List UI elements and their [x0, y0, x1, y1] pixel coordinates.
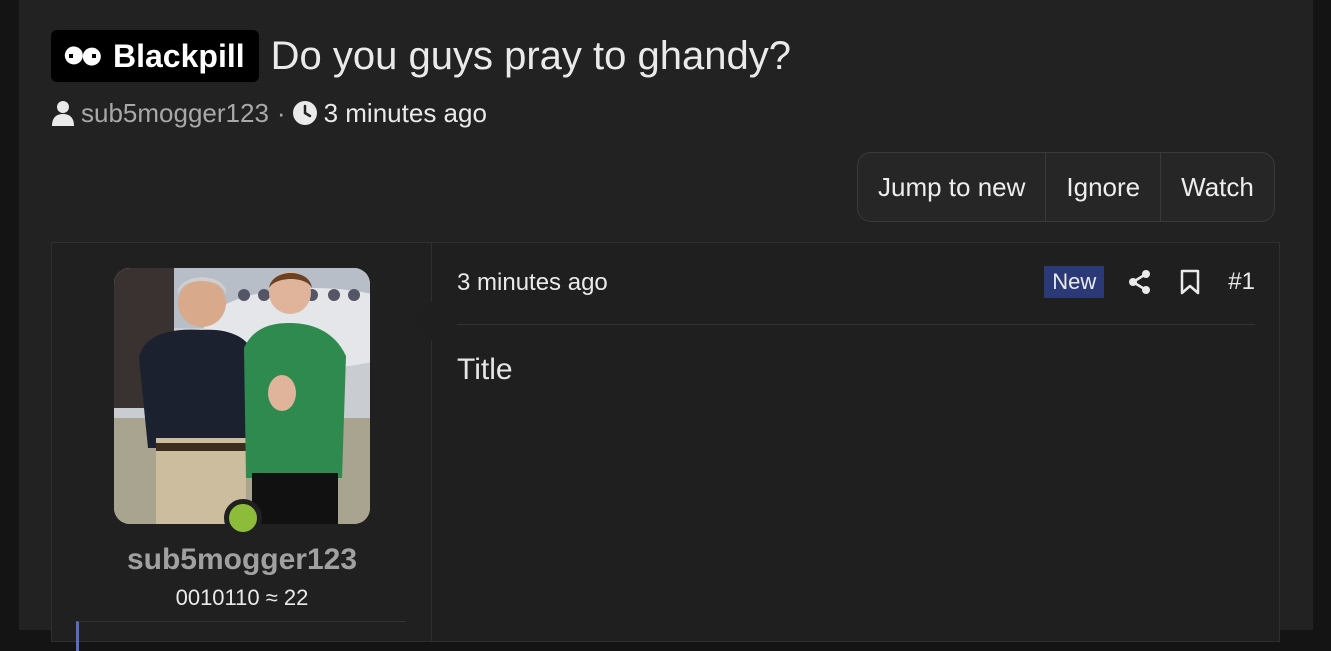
watch-button[interactable]: Watch [1161, 153, 1274, 221]
post: sub5mogger123 0010110 ≈ 22 3 minutes ago… [51, 242, 1280, 651]
thread-page: Blackpill Do you guys pray to ghandy? su… [19, 0, 1313, 651]
thread-title-row: Blackpill Do you guys pray to ghandy? [51, 30, 791, 82]
user-icon [52, 101, 74, 126]
thread-date[interactable]: 3 minutes ago [324, 98, 487, 129]
pills-icon [64, 46, 101, 66]
thread-author-link[interactable]: sub5mogger123 [81, 98, 269, 129]
thread-meta: sub5mogger123 · 3 minutes ago [51, 97, 487, 129]
prefix-badge[interactable]: Blackpill [51, 30, 259, 82]
clock-icon [292, 101, 317, 125]
post-header-actions: New #1 [1044, 265, 1255, 299]
online-status-indicator [224, 499, 262, 537]
bookmark-icon[interactable] [1180, 269, 1200, 295]
thread-actions: Jump to new Ignore Watch [857, 152, 1275, 222]
prefix-label: Blackpill [113, 37, 245, 74]
post-number-link[interactable]: #1 [1228, 268, 1255, 296]
page-title: Do you guys pray to ghandy? [270, 33, 791, 78]
post-message-column: 3 minutes ago New #1 Title [457, 243, 1255, 641]
avatar[interactable] [114, 268, 370, 524]
meta-separator: · [276, 97, 286, 128]
post-username[interactable]: sub5mogger123 [52, 543, 432, 577]
post-arrow [412, 301, 432, 341]
user-title: 0010110 ≈ 22 [175, 585, 309, 610]
jump-to-new-button[interactable]: Jump to new [858, 153, 1047, 221]
share-icon[interactable] [1128, 270, 1152, 294]
ignore-button[interactable]: Ignore [1046, 153, 1162, 221]
post-date[interactable]: 3 minutes ago [457, 269, 608, 297]
post-header: 3 minutes ago New #1 [457, 265, 1255, 325]
new-badge: New [1044, 266, 1105, 298]
avatar-photo [114, 268, 370, 524]
user-extras [76, 621, 406, 651]
post-body: Title [457, 353, 513, 386]
post-user-column: sub5mogger123 0010110 ≈ 22 [52, 243, 432, 651]
